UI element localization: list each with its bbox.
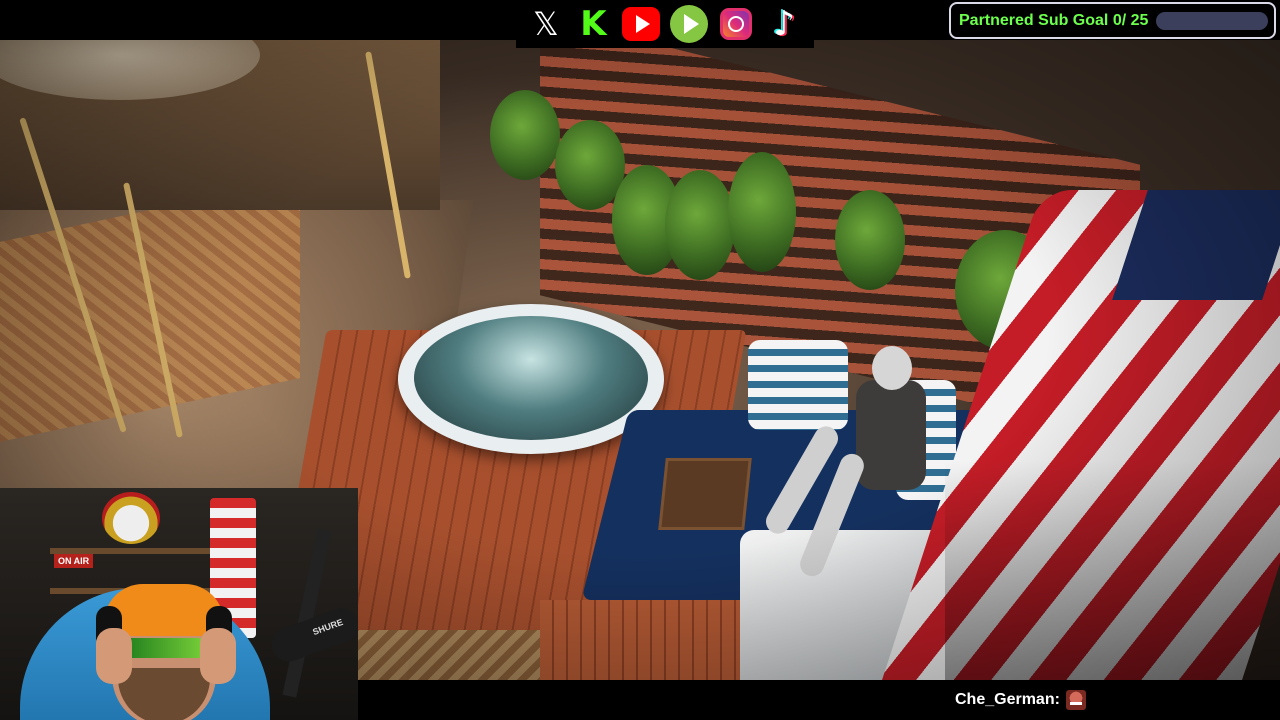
instagram-icon[interactable] — [717, 5, 755, 43]
streamer-sunglasses — [120, 638, 208, 658]
sub-goal-progress-bar — [1156, 11, 1268, 30]
sub-goal-widget: Partnered Sub Goal 0/ 25 — [949, 2, 1276, 39]
youtube-icon[interactable] — [622, 5, 661, 43]
webcam-feed: ON AIR SHURE — [0, 488, 358, 720]
x-icon[interactable]: 𝕏 — [527, 5, 565, 43]
streamer-hand — [200, 628, 236, 684]
on-air-sign: ON AIR — [54, 554, 94, 568]
chat-message: Che_German: — [945, 680, 1280, 720]
streamer-hand — [96, 628, 132, 684]
rumble-icon[interactable] — [669, 5, 708, 43]
sub-goal-label: Partnered Sub Goal 0/ 25 — [959, 11, 1149, 29]
jolly-roger-sign — [102, 492, 160, 544]
social-links-bar: 𝕏 K ♪ — [516, 0, 814, 48]
face-emote-icon — [1065, 690, 1086, 710]
chat-username[interactable]: Che_German: — [955, 691, 1060, 709]
tiktok-icon[interactable]: ♪ — [765, 4, 803, 44]
kick-icon[interactable]: K — [574, 4, 612, 44]
